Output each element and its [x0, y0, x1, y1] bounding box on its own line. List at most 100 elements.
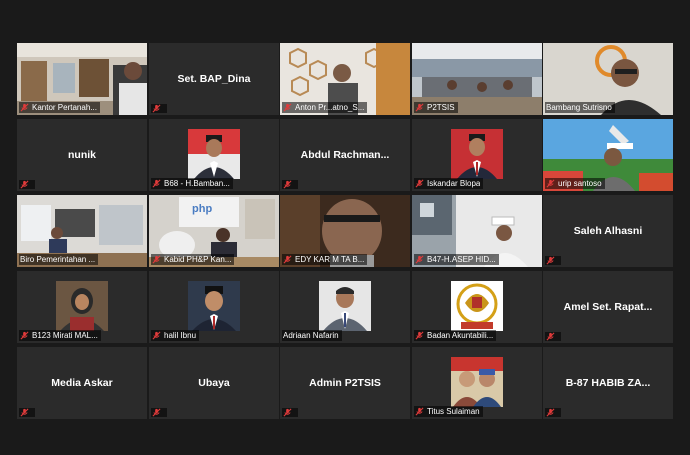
participant-tile[interactable]: Media Askar [17, 347, 147, 419]
participant-name-center: Set. BAP_Dina [177, 73, 251, 85]
name-label: Kabid PH&P Kan... [151, 254, 235, 265]
mic-muted-icon [20, 180, 29, 189]
name-label: urip santoso [545, 178, 605, 189]
wall-logo-text: php [192, 203, 213, 215]
participant-name-center: Abdul Rachman... [300, 149, 390, 161]
mic-muted-icon [415, 255, 424, 264]
name-label [19, 408, 35, 417]
participant-tile[interactable]: B47-H.ASEP HID... [412, 195, 542, 267]
name-label: Bambang Sutrisno [545, 102, 615, 113]
profile-photo [451, 357, 503, 407]
participant-tile[interactable]: Titus Sulaiman [412, 347, 542, 419]
name-label [282, 408, 298, 417]
name-label [151, 408, 167, 417]
participant-tile[interactable]: Adriaan Nafarin [280, 271, 410, 343]
participant-tile[interactable]: Iskandar Blopa [412, 119, 542, 191]
participant-name: P2TSIS [427, 103, 455, 112]
participant-name: Titus Sulaiman [427, 407, 480, 416]
mic-muted-icon [546, 408, 555, 417]
participant-name: Kabid PH&P Kan... [164, 255, 232, 264]
participant-tile[interactable]: B68 - H.Bamban... [149, 119, 279, 191]
participant-tile[interactable]: B123 Mirati MAL... [17, 271, 147, 343]
participant-tile[interactable]: EDY KAR M TA B... [280, 195, 410, 267]
participant-name: Kantor Pertanah... [32, 103, 97, 112]
participant-tile[interactable]: halil Ibnu [149, 271, 279, 343]
name-label: Iskandar Blopa [414, 178, 484, 189]
mic-muted-icon [546, 332, 555, 341]
participant-tile-active-speaker[interactable]: Biro Pemerintahan ... [17, 195, 147, 267]
mic-muted-icon [283, 103, 292, 112]
profile-photo [188, 129, 240, 179]
mic-muted-icon [546, 256, 555, 265]
participant-name-center: B-87 HABIB ZA... [565, 377, 651, 389]
participant-name-center: Amel Set. Rapat... [563, 301, 653, 313]
participant-name: halil Ibnu [164, 331, 197, 340]
name-label: B123 Mirati MAL... [19, 330, 101, 341]
participant-name-center: Saleh Alhasni [573, 225, 643, 237]
mic-muted-icon [283, 180, 292, 189]
participant-tile[interactable]: Saleh Alhasni [543, 195, 673, 267]
participant-name: B47-H.ASEP HID... [427, 255, 496, 264]
name-label: Adriaan Nafarin [282, 330, 342, 341]
participant-name-center: Admin P2TSIS [309, 377, 381, 389]
participant-tile[interactable]: Abdul Rachman... [280, 119, 410, 191]
participant-name: Iskandar Blopa [427, 179, 481, 188]
mic-muted-icon [152, 104, 161, 113]
mic-muted-icon [152, 179, 161, 188]
participant-tile[interactable]: Ubaya [149, 347, 279, 419]
mic-muted-icon [546, 179, 555, 188]
participant-name: urip santoso [558, 179, 602, 188]
participant-tile[interactable]: Admin P2TSIS [280, 347, 410, 419]
name-label: B47-H.ASEP HID... [414, 254, 499, 265]
participant-tile[interactable]: nunik [17, 119, 147, 191]
mic-muted-icon [415, 179, 424, 188]
name-label [19, 180, 35, 189]
gallery-view: Kantor Pertanah... Set. BAP_Dina Anton P… [0, 0, 690, 455]
profile-photo [188, 281, 240, 331]
mic-muted-icon [152, 331, 161, 340]
participant-name-center: nunik [68, 149, 96, 161]
profile-photo [56, 281, 108, 331]
mic-muted-icon [283, 255, 292, 264]
name-label: P2TSIS [414, 102, 458, 113]
name-label: Badan Akuntabili... [414, 330, 497, 341]
name-label [545, 256, 561, 265]
mic-muted-icon [415, 331, 424, 340]
participant-tile[interactable]: Badan Akuntabili... [412, 271, 542, 343]
participant-name: B123 Mirati MAL... [32, 331, 98, 340]
mic-muted-icon [283, 408, 292, 417]
participant-tile[interactable]: Kantor Pertanah... [17, 43, 147, 115]
participant-tile[interactable]: Amel Set. Rapat... [543, 271, 673, 343]
participant-tile[interactable]: Anton Pr...atno_S... [280, 43, 410, 115]
participant-tile[interactable]: B-87 HABIB ZA... [543, 347, 673, 419]
participant-name: EDY KAR M TA B... [295, 255, 365, 264]
name-label [545, 408, 561, 417]
mic-muted-icon [20, 331, 29, 340]
name-label: EDY KAR M TA B... [282, 254, 368, 265]
participant-name: Anton Pr...atno_S... [295, 103, 365, 112]
name-label: Titus Sulaiman [414, 406, 483, 417]
mic-muted-icon [415, 407, 424, 416]
mic-muted-icon [152, 408, 161, 417]
participant-tile[interactable]: php Kabid PH&P Kan... [149, 195, 279, 267]
name-label: Anton Pr...atno_S... [282, 102, 368, 113]
name-label: B68 - H.Bamban... [151, 178, 233, 189]
mic-muted-icon [152, 255, 161, 264]
name-label [545, 332, 561, 341]
name-label [282, 180, 298, 189]
name-label: Biro Pemerintahan ... [19, 254, 99, 265]
participant-tile[interactable]: Set. BAP_Dina [149, 43, 279, 115]
mic-muted-icon [20, 103, 29, 112]
participant-name: B68 - H.Bamban... [164, 179, 230, 188]
mic-muted-icon [20, 408, 29, 417]
participant-tile[interactable]: Bambang Sutrisno [543, 43, 673, 115]
participant-tile[interactable]: urip santoso [543, 119, 673, 191]
name-label: Kantor Pertanah... [19, 102, 100, 113]
participant-name: Badan Akuntabili... [427, 331, 494, 340]
participant-name: Bambang Sutrisno [546, 103, 612, 112]
participant-name: Adriaan Nafarin [283, 331, 339, 340]
participant-tile[interactable]: P2TSIS [412, 43, 542, 115]
mic-muted-icon [415, 103, 424, 112]
participant-name-center: Media Askar [51, 377, 113, 389]
participant-name: Biro Pemerintahan ... [20, 255, 96, 264]
